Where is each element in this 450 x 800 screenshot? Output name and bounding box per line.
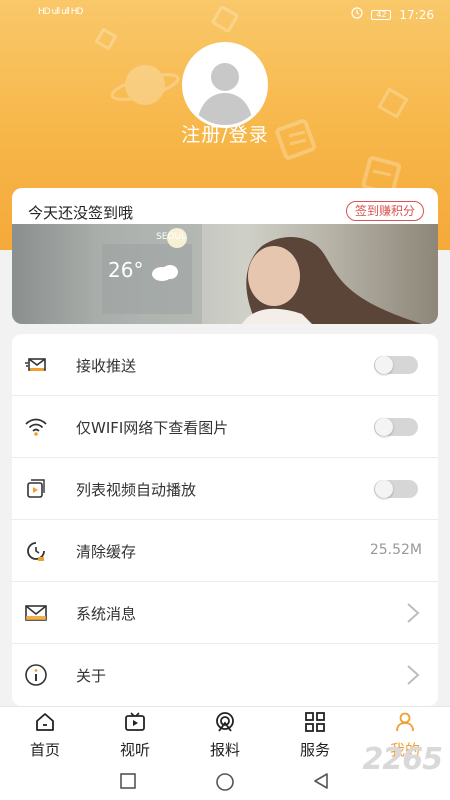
tab-report[interactable]: 报料 <box>180 711 270 765</box>
chevron-right-icon <box>407 665 420 685</box>
home-button-icon[interactable] <box>215 772 235 792</box>
tab-label: 视听 <box>119 741 150 759</box>
setting-autoplay-video[interactable]: 列表视频自动播放 <box>12 458 438 520</box>
clear-cache-icon <box>27 542 45 561</box>
checkin-button[interactable]: 签到赚积分 <box>345 201 424 221</box>
push-icon <box>25 358 46 371</box>
info-icon <box>25 664 47 686</box>
cache-size-value: 25.52M <box>369 542 422 558</box>
tab-services[interactable]: 服务 <box>270 711 360 765</box>
home-icon <box>36 713 54 731</box>
setting-system-messages[interactable]: 系统消息 <box>12 582 438 644</box>
banner-illustration <box>92 224 422 324</box>
video-autoplay-icon <box>27 479 45 498</box>
default-avatar-icon <box>185 45 265 125</box>
mail-icon <box>25 605 47 621</box>
signal-indicator: HD ull ull HD <box>38 7 83 17</box>
tab-label: 报料 <box>209 741 240 759</box>
banner-temperature: 26° <box>108 258 144 282</box>
push-toggle[interactable] <box>374 356 418 374</box>
banner-city: SEOUL <box>156 232 187 242</box>
tab-label: 服务 <box>299 741 330 759</box>
tag-decoration-icon <box>378 88 408 118</box>
setting-receive-push[interactable]: 接收推送 <box>12 334 438 396</box>
settings-list: 接收推送 仅WIFI网络下查看图片 列表视频自动播放 清除缓存 25.52M 系… <box>12 334 438 706</box>
battery-icon: 42 <box>371 9 392 20</box>
wifi-only-toggle[interactable] <box>374 418 418 436</box>
grid-icon <box>305 712 325 732</box>
tag-decoration-icon <box>95 28 117 50</box>
broadcast-icon <box>216 712 234 732</box>
login-register-link[interactable]: 注册/登录 <box>0 120 450 147</box>
alarm-icon <box>351 7 364 22</box>
cloud-icon <box>152 265 178 281</box>
recent-apps-icon[interactable] <box>119 772 137 790</box>
setting-label: 接收推送 <box>76 357 137 375</box>
checkin-title: 今天还没签到哦 <box>28 204 134 222</box>
setting-about[interactable]: 关于 <box>12 644 438 706</box>
back-icon[interactable] <box>312 772 330 790</box>
avatar[interactable] <box>182 42 268 128</box>
site-watermark-logo: 2265 <box>362 742 443 777</box>
chevron-right-icon <box>407 603 420 623</box>
setting-label: 列表视频自动播放 <box>76 481 197 499</box>
signal-icon: HD ull ull HD <box>38 7 83 17</box>
tab-home[interactable]: 首页 <box>0 711 90 765</box>
setting-clear-cache[interactable]: 清除缓存 25.52M <box>12 520 438 582</box>
tab-media[interactable]: 视听 <box>90 711 180 765</box>
setting-label: 关于 <box>76 667 107 685</box>
wifi-icon <box>25 418 47 436</box>
tv-icon <box>125 712 145 731</box>
tab-label: 首页 <box>29 741 60 759</box>
user-icon <box>396 712 414 732</box>
status-time: 17:26 <box>399 7 434 22</box>
planet-decoration-icon <box>110 65 180 105</box>
checkin-card: 今天还没签到哦 签到赚积分 SEOUL 26° <box>12 188 438 324</box>
setting-label: 清除缓存 <box>76 543 137 561</box>
autoplay-toggle[interactable] <box>374 480 418 498</box>
status-bar: HD ull ull HD 42 17:26 <box>0 0 450 30</box>
setting-label: 仅WIFI网络下查看图片 <box>76 419 229 437</box>
setting-wifi-only-images[interactable]: 仅WIFI网络下查看图片 <box>12 396 438 458</box>
weather-banner-image[interactable]: SEOUL 26° <box>12 224 438 324</box>
setting-label: 系统消息 <box>76 605 137 623</box>
